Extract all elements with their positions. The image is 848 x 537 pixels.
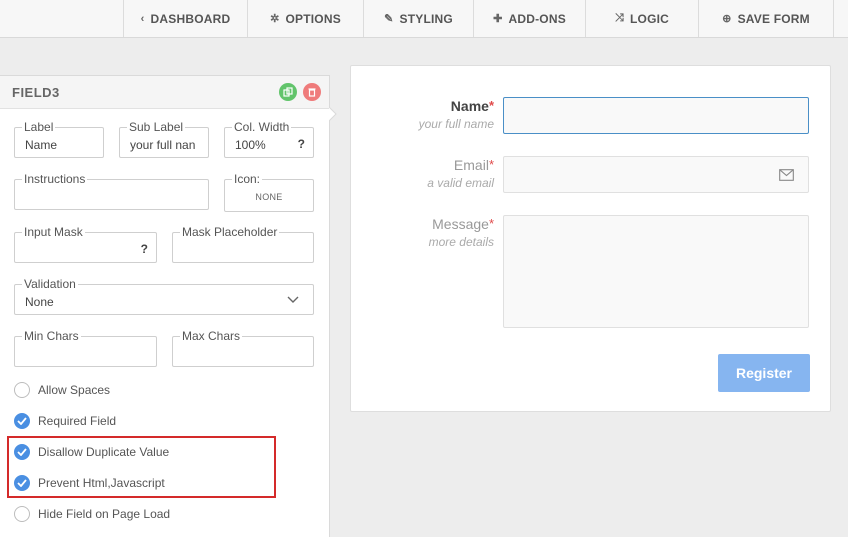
icon-picker-value: NONE <box>255 192 283 202</box>
max-chars-field[interactable]: Max Chars <box>172 329 314 367</box>
icon-picker[interactable]: Icon: NONE <box>224 172 314 212</box>
input-mask-field[interactable]: Input Mask ? <box>14 225 157 263</box>
option-hide-field[interactable]: Hide Field on Page Load <box>14 505 170 523</box>
icon-picker-legend: Icon: <box>232 172 263 186</box>
instructions-field[interactable]: Instructions <box>14 172 209 210</box>
form-field-label-message: Message* <box>432 216 494 232</box>
gears-icon: ✲ <box>270 13 280 25</box>
option-label: Hide Field on Page Load <box>38 507 171 521</box>
max-chars-field-legend: Max Chars <box>180 329 243 343</box>
form-field-label-email: Email* <box>454 157 494 173</box>
shuffle-icon: ⤨ <box>615 12 624 24</box>
validation-select-value: None <box>25 295 54 309</box>
register-button[interactable]: Register <box>718 354 810 392</box>
option-allow-spaces[interactable]: Allow Spaces <box>14 381 110 399</box>
trash-icon <box>308 88 316 97</box>
message-sublabel: more details <box>428 235 494 249</box>
panel-title: FIELD3 <box>12 85 60 100</box>
email-input[interactable] <box>503 156 809 193</box>
form-preview-card: Name* your full name Email* a valid emai… <box>350 65 831 412</box>
col-width-field-value: 100% <box>235 138 266 152</box>
nav-options[interactable]: ✲ OPTIONS <box>247 0 363 37</box>
name-input[interactable] <box>503 97 809 134</box>
min-chars-field[interactable]: Min Chars <box>14 329 157 367</box>
option-required-field[interactable]: Required Field <box>14 412 116 430</box>
label-field-legend: Label <box>22 120 56 134</box>
sub-label-field-legend: Sub Label <box>127 120 186 134</box>
name-sublabel: your full name <box>418 117 494 131</box>
required-marker: * <box>488 157 494 172</box>
nav-styling-label: STYLING <box>399 11 453 26</box>
nav-add-ons[interactable]: ✚ ADD-ONS <box>473 0 585 37</box>
email-label-text: Email <box>453 157 489 173</box>
message-label-text: Message <box>432 216 489 232</box>
chevron-left-icon: ‹ <box>140 12 145 25</box>
instructions-field-legend: Instructions <box>22 172 88 186</box>
help-icon[interactable]: ? <box>141 242 148 256</box>
help-icon[interactable]: ? <box>298 137 305 151</box>
nav-save-form-label: SAVE FORM <box>737 11 810 26</box>
option-label: Required Field <box>38 414 117 428</box>
name-label-text: Name <box>450 98 489 114</box>
nav-logic-label: LOGIC <box>630 11 669 26</box>
email-sublabel: a valid email <box>427 176 494 190</box>
label-field-value: Name <box>25 138 58 152</box>
sub-label-field[interactable]: Sub Label your full nan <box>119 120 209 158</box>
panel-pointer-arrow <box>329 107 337 121</box>
nav-add-ons-label: ADD-ONS <box>508 11 566 26</box>
sub-label-field-value: your full nan <box>130 138 196 152</box>
unchecked-circle-icon <box>14 506 30 522</box>
validation-select-legend: Validation <box>22 277 78 291</box>
envelope-icon <box>779 169 794 181</box>
form-field-label-name: Name* <box>451 98 494 114</box>
puzzle-icon: ✚ <box>493 13 503 25</box>
check-circle-icon <box>14 413 30 429</box>
validation-select[interactable]: Validation None <box>14 277 314 315</box>
col-width-field-legend: Col. Width <box>232 120 292 134</box>
nav-save-form[interactable]: ⊕ SAVE FORM <box>698 0 834 37</box>
message-textarea[interactable] <box>503 215 809 328</box>
pencil-icon: ✎ <box>384 13 394 25</box>
label-field[interactable]: Label Name <box>14 120 104 158</box>
nav-options-label: OPTIONS <box>285 11 341 26</box>
copy-icon <box>283 87 293 97</box>
required-marker: * <box>488 98 494 113</box>
nav-logic[interactable]: ⤨ LOGIC <box>585 0 698 37</box>
panel-header: FIELD3 <box>0 76 329 109</box>
chevron-down-icon <box>287 296 299 303</box>
nav-styling[interactable]: ✎ STYLING <box>363 0 473 37</box>
delete-field-button[interactable] <box>303 83 321 101</box>
mask-placeholder-field-legend: Mask Placeholder <box>180 225 280 239</box>
save-icon: ⊕ <box>722 13 732 25</box>
top-nav: ‹ DASHBOARD ✲ OPTIONS ✎ STYLING ✚ ADD-ON… <box>0 0 848 38</box>
col-width-field[interactable]: Col. Width 100% ? <box>224 120 314 158</box>
option-label: Allow Spaces <box>38 383 111 397</box>
nav-dashboard[interactable]: ‹ DASHBOARD <box>123 0 247 37</box>
input-mask-field-legend: Input Mask <box>22 225 85 239</box>
nav-dashboard-label: DASHBOARD <box>150 11 231 26</box>
min-chars-field-legend: Min Chars <box>22 329 81 343</box>
unchecked-circle-icon <box>14 382 30 398</box>
highlight-box <box>7 436 276 498</box>
required-marker: * <box>488 216 494 231</box>
duplicate-field-button[interactable] <box>279 83 297 101</box>
mask-placeholder-field[interactable]: Mask Placeholder <box>172 225 314 263</box>
